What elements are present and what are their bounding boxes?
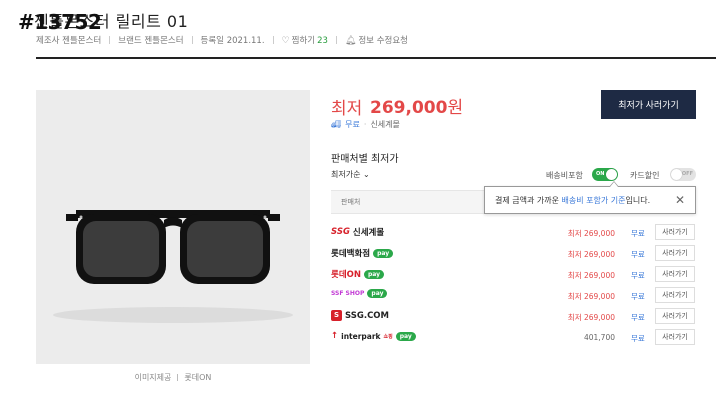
seller-row: SSG 신세계몰 최저 269,000 무료 사러가기	[331, 222, 696, 243]
card-discount-toggle[interactable]: OFF	[670, 168, 696, 181]
shipping-info: 🚚︎ 무료 · 신세계몰	[331, 119, 400, 130]
wish-label: 찜하기	[291, 36, 316, 46]
chevron-down-icon: ⌄	[363, 170, 370, 179]
seller-name: interpark	[341, 331, 381, 341]
truck-icon: 🚚︎	[331, 120, 342, 129]
seller-shipping: 무료	[631, 334, 645, 343]
divider	[272, 36, 274, 44]
interpark-icon: ↑	[331, 331, 339, 341]
seller-name: 롯데ON	[331, 270, 361, 280]
bell-icon: 🔔︎	[344, 36, 357, 46]
ssg-logo-icon: SSG	[331, 227, 350, 237]
seller-shipping: 무료	[631, 250, 645, 259]
naver-pay-icon: pay	[367, 289, 388, 298]
seller-row: 롯데ON pay 최저 269,000 무료 사러가기	[331, 264, 696, 285]
sunglasses-image	[36, 90, 310, 364]
seller-buy-button[interactable]: 사러가기	[655, 266, 695, 282]
tooltip-text-part: 입니다.	[625, 195, 651, 205]
report-button[interactable]: 🔔︎ 정보 수정요청	[345, 34, 408, 46]
seller-row: 롯데백화점 pay 최저 269,000 무료 사러가기	[331, 243, 696, 264]
seller-logo-interpark[interactable]: ↑ interpark 쇼핑 pay	[331, 331, 416, 341]
toggle-state-on: ON	[596, 171, 605, 177]
seller-logo-ssgcom[interactable]: S SSG.COM	[331, 310, 389, 321]
divider	[109, 36, 111, 44]
ship-include-label: 배송비포함	[546, 171, 583, 180]
ssg-icon: S	[331, 310, 342, 321]
seller-row: ↑ interpark 쇼핑 pay 401,700 무료 사러가기	[331, 327, 696, 348]
toggle-state-off: OFF	[681, 171, 693, 177]
wish-button[interactable]: ♡ 찜하기 23	[282, 34, 328, 46]
seller-buy-button[interactable]: 사러가기	[655, 224, 695, 240]
lowest-price-value: 269,000	[370, 98, 448, 118]
product-image[interactable]	[36, 90, 310, 364]
close-icon[interactable]: ✕	[675, 193, 685, 207]
seller-price: 최저 269,000	[567, 271, 615, 280]
seller-name: 롯데백화점	[331, 249, 371, 259]
maker-text: 제조사 젠틀몬스터	[36, 36, 102, 46]
shipping-tooltip: 결제 금액과 가까운 배송비 포함가 기준입니다. ✕	[484, 181, 696, 214]
naver-pay-icon: pay	[373, 248, 394, 258]
free-shipping-text: 무료	[345, 120, 360, 129]
seller-price: 최저 269,000	[567, 292, 615, 301]
product-meta: 제조사 젠틀몬스터 브랜드 젠틀몬스터 등록일 2021.11. ♡ 찜하기 23 …	[36, 34, 408, 46]
seller-logo-lotteon[interactable]: 롯데ON pay	[331, 268, 385, 280]
lowest-price: 269,000원	[370, 93, 463, 118]
image-provider-label: 이미지제공	[134, 373, 172, 382]
image-provider-name: 롯데ON	[184, 373, 212, 382]
toggle-knob	[606, 169, 617, 180]
image-caption: 이미지제공 롯데ON	[36, 372, 310, 383]
seller-row: SSF SHOP pay 최저 269,000 무료 사러가기	[331, 285, 696, 306]
naver-pay-icon: pay	[395, 331, 416, 341]
seller-logo-ssg[interactable]: SSG 신세계몰	[331, 226, 384, 238]
brand-text: 브랜드 젠틀몬스터	[118, 36, 184, 46]
seller-buy-button[interactable]: 사러가기	[655, 308, 695, 324]
seller-buy-button[interactable]: 사러가기	[655, 245, 695, 261]
sort-label: 최저가순	[331, 170, 361, 179]
seller-shipping: 무료	[631, 292, 645, 301]
header-divider	[36, 57, 716, 59]
currency-unit: 원	[447, 98, 464, 118]
dot-separator: ·	[363, 120, 367, 129]
report-label: 정보 수정요청	[358, 36, 408, 46]
seller-price: 최저 269,000	[567, 250, 615, 259]
divider	[191, 36, 193, 44]
registered-text: 등록일 2021.11.	[200, 36, 265, 46]
wish-count: 23	[317, 36, 328, 46]
seller-logo-lotte-dept[interactable]: 롯데백화점 pay	[331, 247, 394, 259]
naver-pay-icon: pay	[363, 269, 385, 279]
tooltip-text: 결제 금액과 가까운 배송비 포함가 기준입니다.	[495, 195, 650, 206]
seller-price: 401,700	[583, 333, 615, 342]
sort-dropdown[interactable]: 최저가순 ⌄	[331, 169, 370, 180]
seller-row: S SSG.COM 최저 269,000 무료 사러가기	[331, 306, 696, 327]
seller-buy-button[interactable]: 사러가기	[655, 287, 695, 303]
seller-logo-ssf[interactable]: SSF SHOP pay	[331, 289, 388, 298]
ship-include-toggle[interactable]: ON	[592, 168, 618, 181]
tooltip-highlight: 배송비 포함가 기준	[561, 195, 626, 205]
overlay-id: #13752	[18, 10, 102, 34]
seller-buy-button[interactable]: 사러가기	[655, 329, 695, 345]
lowest-price-buy-button[interactable]: 최저가 사러가기	[601, 90, 696, 119]
seller-name: SSF SHOP	[331, 290, 365, 297]
seller-shipping: 무료	[631, 271, 645, 280]
seller-sub: 쇼핑	[383, 333, 393, 340]
lowest-mall-link[interactable]: 신세계몰	[370, 119, 399, 130]
sellers-section-title: 판매처별 최저가	[331, 154, 399, 165]
divider	[335, 36, 337, 44]
seller-name: SSG.COM	[345, 310, 389, 321]
column-seller: 판매처	[341, 198, 361, 206]
lowest-label: 최저	[331, 99, 363, 119]
divider	[177, 374, 179, 381]
tooltip-text-part: 결제 금액과 가까운	[495, 195, 562, 205]
seller-name: 신세계몰	[352, 228, 385, 238]
heart-icon: ♡	[281, 36, 290, 46]
toggle-knob	[671, 169, 682, 180]
seller-shipping: 무료	[631, 229, 645, 238]
seller-price: 최저 269,000	[567, 229, 615, 238]
seller-shipping: 무료	[631, 313, 645, 322]
seller-price: 최저 269,000	[567, 313, 615, 322]
card-discount-label: 카드할인	[630, 171, 660, 180]
